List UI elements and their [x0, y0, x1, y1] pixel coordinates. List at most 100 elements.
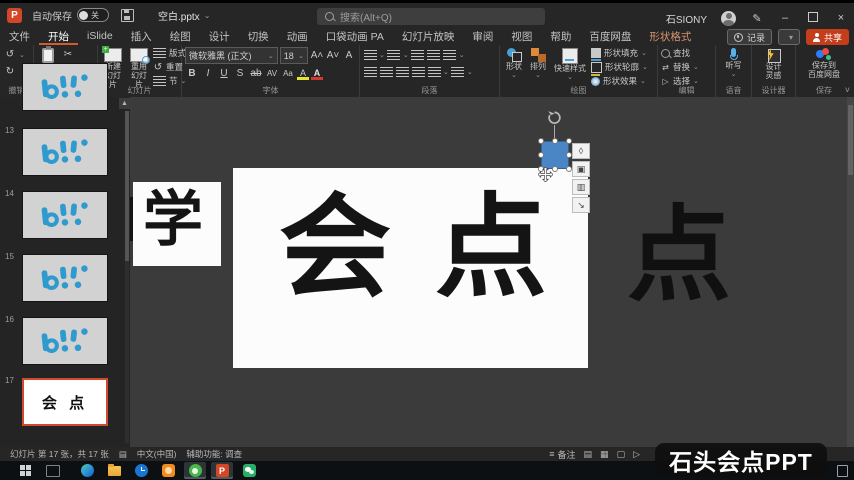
- rotate-handle-icon[interactable]: [547, 110, 562, 125]
- dictate-button[interactable]: 听写 ⌄: [719, 47, 748, 80]
- duplicate-button[interactable]: ▥: [572, 179, 590, 195]
- cut-button[interactable]: ✂: [61, 47, 75, 62]
- record-button[interactable]: 记录: [727, 29, 772, 45]
- offslide-character[interactable]: 点: [627, 204, 731, 308]
- search-input[interactable]: 搜索(Alt+Q): [317, 8, 545, 25]
- tab-review[interactable]: 审阅: [463, 27, 502, 45]
- change-case-button[interactable]: Aa: [281, 66, 295, 81]
- save-to-netdisk-button[interactable]: 保存到 百度网盘: [799, 47, 849, 80]
- slide-thumbnail-13[interactable]: [22, 128, 108, 176]
- tab-baidu-netdisk[interactable]: 百度网盘: [580, 27, 640, 45]
- design-ideas-button[interactable]: 设计 灵感: [755, 47, 792, 81]
- slide-thumbnail-partial[interactable]: [22, 63, 108, 111]
- slide-thumbnail-17-selected[interactable]: 会 点: [22, 378, 108, 426]
- tray-icon[interactable]: [837, 465, 848, 477]
- tab-design[interactable]: 设计: [200, 27, 239, 45]
- offslide-white-box[interactable]: 学: [133, 182, 221, 266]
- find-button[interactable]: 查找: [661, 47, 712, 59]
- slide-thumbnail-15[interactable]: [22, 254, 108, 302]
- increase-indent-button[interactable]: [427, 47, 441, 62]
- canvas-scrollbar[interactable]: [847, 97, 854, 447]
- tab-islide[interactable]: iSlide: [78, 27, 122, 45]
- scroll-up-icon[interactable]: ▲: [119, 98, 130, 109]
- reading-view-button[interactable]: ▢: [617, 449, 626, 460]
- normal-view-button[interactable]: ▤: [584, 449, 593, 460]
- shrink-font-button[interactable]: A˅: [326, 48, 340, 63]
- edit-mode-icon[interactable]: ✎: [750, 12, 764, 25]
- italic-button[interactable]: I: [201, 66, 215, 81]
- start-button[interactable]: [14, 462, 36, 479]
- tab-shape-format[interactable]: 形状格式: [640, 27, 700, 45]
- resize-handle-w[interactable]: [538, 152, 544, 158]
- accessibility-status[interactable]: 辅助功能: 调查: [186, 448, 242, 460]
- clear-formatting-button[interactable]: A: [342, 48, 356, 63]
- orange-app-button[interactable]: [157, 462, 179, 479]
- file-explorer-button[interactable]: [103, 462, 125, 479]
- tab-file[interactable]: 文件: [0, 27, 39, 45]
- restore-button[interactable]: [806, 12, 820, 25]
- tab-pocket-animation[interactable]: 口袋动画 PA: [317, 27, 393, 45]
- resize-handle-n[interactable]: [552, 138, 558, 144]
- green-app-button[interactable]: [184, 462, 206, 479]
- slide-thumbnail-14[interactable]: [22, 191, 108, 239]
- font-name-combo[interactable]: 微软雅黑 (正文)⌄: [185, 47, 278, 64]
- user-name[interactable]: 石SIONY: [666, 11, 707, 26]
- underline-button[interactable]: U: [217, 66, 231, 81]
- justify-button[interactable]: [411, 64, 425, 79]
- align-right-button[interactable]: [395, 64, 409, 79]
- slide-text-char-1[interactable]: 会: [279, 192, 391, 304]
- redo-button[interactable]: ↻: [3, 64, 17, 79]
- slide-thumbnail-16[interactable]: [22, 317, 108, 365]
- partial-character[interactable]: 学: [143, 190, 203, 250]
- font-size-combo[interactable]: 18⌄: [280, 47, 308, 64]
- character-spacing-button[interactable]: AV: [265, 66, 279, 81]
- smart-tools-button[interactable]: ◊: [572, 143, 590, 159]
- numbering-button[interactable]: [387, 47, 401, 62]
- bold-button[interactable]: B: [185, 66, 199, 81]
- reuse-slides-button[interactable]: 重用 幻灯片: [127, 47, 151, 90]
- language-indicator[interactable]: 中文(中国): [137, 448, 177, 460]
- panel-scrollbar[interactable]: [125, 111, 129, 443]
- align-center-button[interactable]: [379, 64, 393, 79]
- tab-transitions[interactable]: 切换: [239, 27, 278, 45]
- tab-help[interactable]: 帮助: [541, 27, 580, 45]
- align-left-button[interactable]: [363, 64, 377, 79]
- autosave-toggle[interactable]: 关: [77, 8, 109, 22]
- spell-check-icon[interactable]: ▤: [119, 449, 127, 460]
- shapes-button[interactable]: 形状 ⌄: [503, 47, 525, 81]
- share-button[interactable]: 共享: [806, 29, 849, 45]
- close-button[interactable]: ×: [834, 12, 848, 24]
- font-color-button[interactable]: A: [311, 68, 323, 80]
- document-title[interactable]: 空白.pptx: [158, 8, 200, 23]
- tab-draw[interactable]: 绘图: [161, 27, 200, 45]
- tab-view[interactable]: 视图: [502, 27, 541, 45]
- text-direction-button[interactable]: [451, 64, 465, 79]
- quick-styles-button[interactable]: 快速样式 ⌄: [551, 47, 589, 83]
- text-highlight-button[interactable]: A: [297, 68, 309, 80]
- tab-animations[interactable]: 动画: [278, 27, 317, 45]
- canvas-scrollbar-thumb[interactable]: [848, 105, 853, 175]
- arrange-button[interactable]: 排列 ⌄: [527, 47, 549, 81]
- selected-shape[interactable]: [541, 141, 569, 169]
- columns-button[interactable]: [427, 64, 441, 79]
- position-button[interactable]: ▣: [572, 161, 590, 177]
- save-icon[interactable]: [121, 9, 134, 22]
- minimize-button[interactable]: –: [778, 12, 792, 24]
- shape-outline-button[interactable]: 形状轮廓⌄: [591, 61, 648, 73]
- avatar[interactable]: [721, 11, 736, 26]
- undo-button[interactable]: ↺: [3, 47, 17, 62]
- grow-font-button[interactable]: A˄: [310, 48, 324, 63]
- panel-scrollbar-thumb[interactable]: [125, 111, 129, 261]
- slideshow-view-button[interactable]: ▷: [633, 449, 640, 460]
- strikethrough-button[interactable]: ab: [249, 66, 263, 81]
- clock-app-button[interactable]: [130, 462, 152, 479]
- record-options-button[interactable]: ▾: [778, 29, 800, 45]
- slide-sorter-view-button[interactable]: ▦: [600, 449, 609, 460]
- shape-fill-button[interactable]: 形状填充⌄: [591, 47, 648, 59]
- tab-insert[interactable]: 插入: [122, 27, 161, 45]
- edge-taskbar-button[interactable]: [76, 462, 98, 479]
- wechat-button[interactable]: [238, 462, 260, 479]
- slide-17-canvas[interactable]: 会 点: [233, 168, 588, 368]
- resize-handle-nw[interactable]: [538, 138, 544, 144]
- notes-button[interactable]: ≡ 备注: [549, 448, 575, 461]
